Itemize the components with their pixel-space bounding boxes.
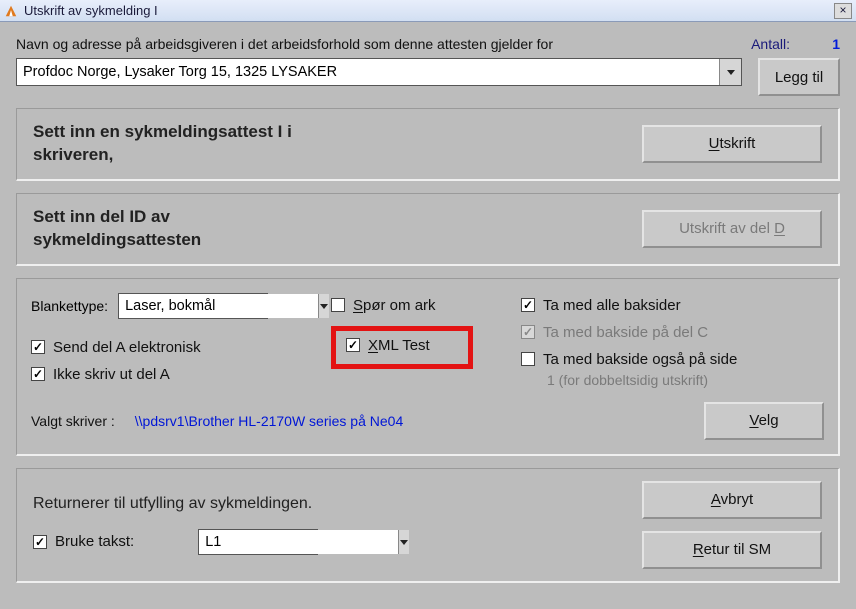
employer-label: Navn og adresse på arbeidsgiveren i det … [16, 36, 751, 52]
ta-med-alle-checkbox[interactable]: ✓ Ta med alle baksider [521, 297, 821, 314]
xml-test-checkbox[interactable]: ✓ XML Test [346, 337, 458, 354]
panel1-title: Sett inn en sykmeldingsattest I i skrive… [33, 121, 292, 167]
app-icon [4, 4, 18, 18]
ta-med-side1-checkbox[interactable]: Ta med bakside også på side [521, 351, 821, 368]
valgt-skriver-value: \\pdsrv1\Brother HL-2170W series på Ne04 [135, 413, 403, 429]
blankettype-combobox[interactable] [118, 293, 268, 319]
ta-med-c-checkbox[interactable]: ✓ Ta med bakside på del C [521, 324, 821, 341]
utskrift-del-d-button[interactable]: Utskrift av del D [642, 210, 822, 248]
print-attest-panel: Sett inn en sykmeldingsattest I i skrive… [16, 108, 840, 181]
chevron-down-icon[interactable] [318, 294, 329, 318]
panel2-title: Sett inn del ID av sykmeldingsattesten [33, 206, 201, 252]
legg-til-label: Legg til [775, 69, 823, 86]
blankettype-input[interactable] [119, 294, 318, 318]
return-text: Returnerer til utfylling av sykmeldingen… [33, 495, 642, 513]
employer-input[interactable] [17, 59, 719, 85]
chevron-down-icon[interactable] [398, 530, 409, 554]
chevron-down-icon[interactable] [719, 59, 741, 85]
xml-test-highlight: ✓ XML Test [331, 326, 473, 369]
legg-til-button[interactable]: Legg til [758, 58, 840, 96]
takst-input[interactable] [199, 530, 398, 554]
blankettype-label: Blankettype: [31, 298, 108, 314]
takst-combobox[interactable] [198, 529, 318, 555]
bruke-takst-checkbox[interactable]: ✓ Bruke takst: [33, 533, 134, 550]
antall-label: Antall: [751, 36, 790, 52]
avbryt-button[interactable]: Avbryt [642, 481, 822, 519]
options-panel: Blankettype: ✓ Send del A elektronisk ✓ … [16, 278, 840, 456]
return-panel: Returnerer til utfylling av sykmeldingen… [16, 468, 840, 583]
spor-om-ark-checkbox[interactable]: Spør om ark [331, 297, 521, 314]
ikke-skriv-checkbox[interactable]: ✓ Ikke skriv ut del A [31, 366, 331, 383]
titlebar: Utskrift av sykmelding I × [0, 0, 856, 22]
velg-button[interactable]: Velg [704, 402, 824, 440]
side1-note: 1 (for dobbeltsidig utskrift) [547, 372, 821, 388]
send-del-a-checkbox[interactable]: ✓ Send del A elektronisk [31, 339, 331, 356]
antall-value: 1 [810, 36, 840, 52]
window-title: Utskrift av sykmelding I [24, 3, 158, 18]
valgt-skriver-label: Valgt skriver : [31, 413, 115, 429]
utskrift-button[interactable]: Utskrift [642, 125, 822, 163]
close-button[interactable]: × [834, 3, 852, 19]
employer-combobox[interactable] [16, 58, 742, 86]
print-del-d-panel: Sett inn del ID av sykmeldingsattesten U… [16, 193, 840, 266]
retur-button[interactable]: Retur til SM [642, 531, 822, 569]
